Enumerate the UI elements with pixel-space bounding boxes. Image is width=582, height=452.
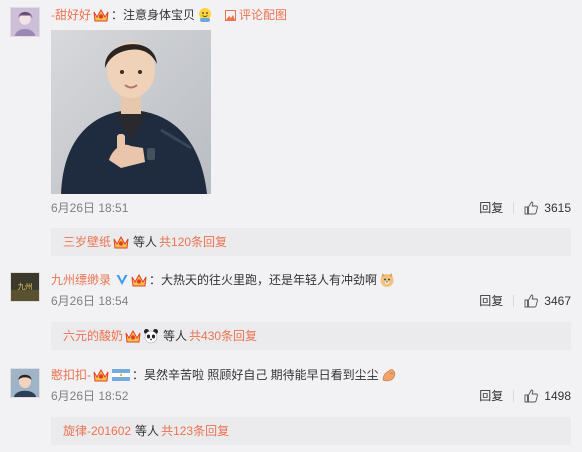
hug-emoji-icon	[199, 8, 212, 22]
comment-text: 注意身体宝贝	[123, 8, 196, 22]
colon-separator: ：	[149, 273, 162, 287]
comment-text: 昊然辛苦啦 照顾好自己 期待能早日看到尘尘	[144, 368, 379, 382]
reply-count-link[interactable]: 共123条回复	[161, 417, 229, 445]
member-crown-icon[interactable]	[93, 8, 109, 22]
comment-username[interactable]: -甜好好	[51, 7, 91, 23]
comment-image[interactable]	[51, 30, 211, 194]
member-crown-icon	[113, 235, 129, 249]
comment-timestamp: 6月26日 18:52	[51, 389, 129, 403]
member-crown-icon	[125, 329, 141, 343]
member-crown-icon[interactable]	[93, 368, 109, 382]
divider	[513, 202, 515, 214]
reply-summary-text: 等人	[163, 329, 188, 343]
divider	[513, 295, 515, 307]
thumbs-up-icon[interactable]	[524, 201, 539, 215]
reply-button[interactable]: 回复	[479, 293, 503, 309]
member-crown-icon[interactable]	[131, 273, 147, 287]
reply-username[interactable]: 三岁壁纸	[63, 228, 111, 256]
comment-timestamp: 6月26日 18:51	[51, 201, 129, 215]
comment-timestamp: 6月26日 18:54	[51, 294, 129, 308]
image-icon	[225, 9, 237, 21]
comment-image-link[interactable]: 评论配图	[225, 7, 287, 23]
reply-summary[interactable]: 三岁壁纸 等人 共120条回复	[51, 228, 571, 256]
reply-summary-text: 等人	[135, 424, 160, 438]
reply-username[interactable]: 旋律-201602	[63, 417, 131, 445]
comment-username[interactable]: 九州缥缈录	[51, 272, 111, 288]
reply-username[interactable]: 六元的酸奶	[63, 322, 123, 350]
panda-emoji-icon	[144, 329, 159, 344]
comment-username[interactable]: 憨扣扣-	[51, 367, 91, 383]
avatar[interactable]: 九州	[10, 272, 40, 302]
like-count: 3467	[544, 294, 571, 308]
like-count: 3615	[544, 201, 571, 215]
reply-summary[interactable]: 六元的酸奶 等人 共430条回复	[51, 322, 571, 350]
like-count: 1498	[544, 389, 571, 403]
doge-emoji-icon	[380, 273, 394, 287]
divider	[513, 390, 515, 402]
svg-text:九州: 九州	[18, 282, 33, 291]
avatar[interactable]	[10, 368, 40, 398]
comment-image-link-label: 评论配图	[239, 8, 288, 22]
verified-v-icon[interactable]	[115, 273, 129, 287]
reply-count-link[interactable]: 共120条回复	[159, 228, 227, 256]
reply-count-link[interactable]: 共430条回复	[189, 322, 257, 350]
argentina-flag-icon[interactable]	[112, 369, 130, 381]
comment-text: 大热天的往火里跑，还是年轻人有冲劲啊	[161, 273, 378, 287]
reply-summary[interactable]: 旋律-201602 等人 共123条回复	[51, 417, 571, 445]
thumbs-up-icon[interactable]	[524, 389, 539, 403]
reply-button[interactable]: 回复	[479, 388, 503, 404]
thumbs-up-icon[interactable]	[524, 294, 539, 308]
reply-summary-text: 等人	[133, 235, 158, 249]
strong-arm-emoji-icon	[382, 369, 395, 382]
colon-separator: ：	[132, 368, 145, 382]
reply-button[interactable]: 回复	[479, 200, 503, 216]
colon-separator: ：	[111, 8, 124, 22]
avatar[interactable]	[10, 7, 40, 37]
